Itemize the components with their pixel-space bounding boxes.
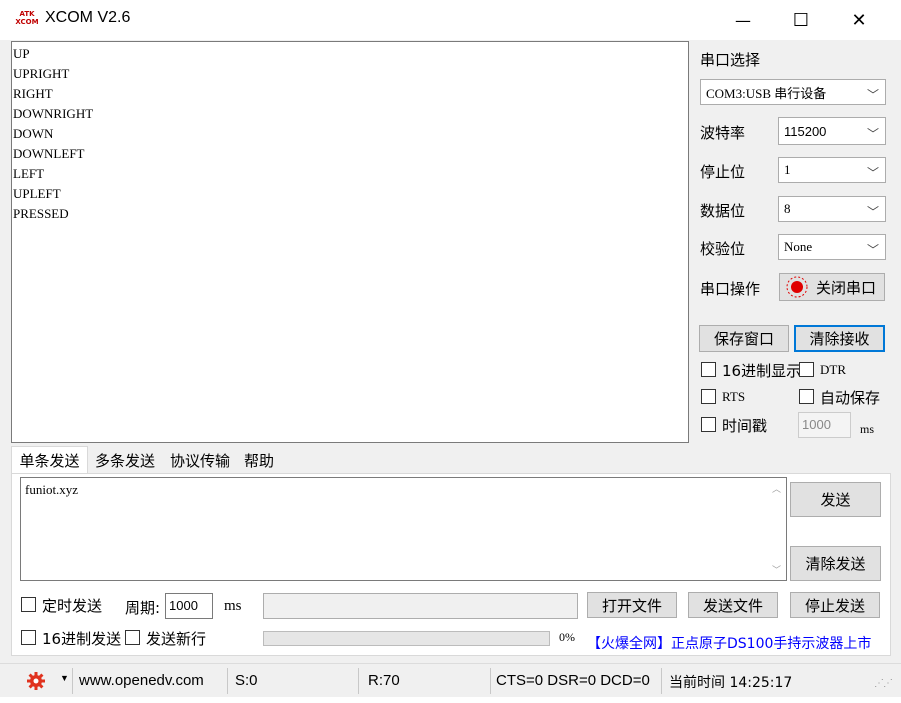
port-select-label: 串口选择 [700,51,761,69]
chevron-down-icon: ﹀ [866,88,879,102]
chevron-down-icon: ﹀ [866,205,879,219]
record-icon [786,276,808,298]
send-progress-percent: 0% [559,630,575,644]
title-bar: ATK XCOM XCOM V2.6 — ☐ ✕ [0,0,901,40]
chevron-down-icon: ﹀ [866,243,879,257]
chevron-down-icon: ﹀ [866,166,879,180]
databits-value: 8 [784,201,791,216]
ad-link[interactable]: 【火爆全网】正点原子DS100手持示波器上市 [587,633,871,653]
parity-label: 校验位 [700,240,746,258]
period-input[interactable]: 1000 [165,593,213,619]
file-path-input[interactable] [263,593,578,619]
rts-label: RTS [722,389,746,404]
timestamp-interval-input[interactable]: 1000 [798,412,851,438]
auto-save-checkbox[interactable] [799,389,814,404]
window-title: XCOM V2.6 [45,9,131,26]
newline-label: 发送新行 [146,630,207,648]
save-window-button[interactable]: 保存窗口 [699,325,789,352]
clear-send-button[interactable]: 清除发送 [790,546,881,581]
received-count: R:70 [368,672,400,689]
receive-textarea[interactable]: UP UPRIGHT RIGHT DOWNRIGHT DOWN DOWNLEFT… [11,41,689,443]
minimize-button[interactable]: — [714,0,772,40]
scroll-down-icon[interactable]: ﹀ [772,563,781,576]
dropdown-arrow-icon[interactable]: ▼ [60,673,69,683]
logo-text-top: ATK [19,10,35,18]
period-label: 周期: [125,599,161,617]
send-text: funiot.xyz [25,482,79,497]
baud-label: 波特率 [700,124,746,142]
port-select[interactable]: COM3:USB 串行设备 ﹀ [700,79,886,105]
sent-count: S:0 [235,672,258,689]
send-file-button[interactable]: 发送文件 [688,592,778,618]
close-button[interactable]: ✕ [830,0,888,40]
stopbits-select[interactable]: 1 ﹀ [778,157,886,183]
scroll-up-icon[interactable]: ︿ [772,482,781,495]
auto-save-label: 自动保存 [820,389,881,407]
period-unit: ms [224,598,242,614]
stopbits-value: 1 [784,162,791,177]
status-divider [358,668,359,694]
logo-text-bottom: XCOM [15,18,39,26]
timestamp-checkbox[interactable] [701,417,716,432]
status-bar: ▼ www.openedv.com S:0 R:70 CTS=0 DSR=0 D… [0,663,901,697]
tab-multi-send[interactable]: 多条发送 [89,446,161,474]
line-status: CTS=0 DSR=0 DCD=0 [496,672,650,689]
hex-display-checkbox[interactable] [701,362,716,377]
website-link[interactable]: www.openedv.com [79,672,204,689]
open-file-button[interactable]: 打开文件 [587,592,677,618]
tab-single-send[interactable]: 单条发送 [11,446,88,474]
timed-send-checkbox[interactable] [21,597,36,612]
send-button[interactable]: 发送 [790,482,881,517]
current-time: 当前时间 14:25:17 [669,675,793,691]
newline-checkbox[interactable] [125,630,140,645]
hex-send-checkbox[interactable] [21,630,36,645]
tab-help[interactable]: 帮助 [237,446,281,474]
dtr-label: DTR [820,362,846,377]
send-scrollbar[interactable]: ︿ ﹀ [769,478,786,580]
tab-protocol[interactable]: 协议传输 [163,446,237,474]
gear-icon[interactable] [26,671,46,691]
send-progress-bar [263,631,550,646]
app-logo-icon: ATK XCOM [13,10,41,28]
baud-select[interactable]: 115200 ﹀ [778,117,886,145]
hex-send-label: 16进制发送 [42,630,122,648]
resize-grip-icon[interactable]: ⋰⋰ [874,678,893,689]
close-port-label: 关闭串口 [816,278,877,297]
status-divider [661,668,662,694]
chevron-down-icon: ﹀ [866,127,879,141]
timestamp-label: 时间戳 [722,417,768,435]
timestamp-unit: ms [860,422,875,436]
databits-select[interactable]: 8 ﹀ [778,196,886,222]
status-divider [227,668,228,694]
port-op-label: 串口操作 [700,280,761,298]
dtr-checkbox[interactable] [799,362,814,377]
send-textarea[interactable]: funiot.xyz ︿ ﹀ [20,477,787,581]
clear-receive-button[interactable]: 清除接收 [794,325,885,352]
baud-value: 115200 [784,123,827,139]
close-port-button[interactable]: 关闭串口 [779,273,885,301]
rts-checkbox[interactable] [701,389,716,404]
timed-send-label: 定时发送 [42,597,103,615]
parity-value: None [784,239,813,254]
send-tabs: 单条发送 多条发送 协议传输 帮助 [11,446,891,474]
maximize-button[interactable]: ☐ [772,0,830,40]
status-divider [490,668,491,694]
port-select-value: COM3:USB 串行设备 [706,85,827,101]
status-divider [72,668,73,694]
stop-send-button[interactable]: 停止发送 [790,592,880,618]
parity-select[interactable]: None ﹀ [778,234,886,260]
databits-label: 数据位 [700,202,746,220]
hex-display-label: 16进制显示 [722,362,802,380]
stopbits-label: 停止位 [700,163,746,181]
